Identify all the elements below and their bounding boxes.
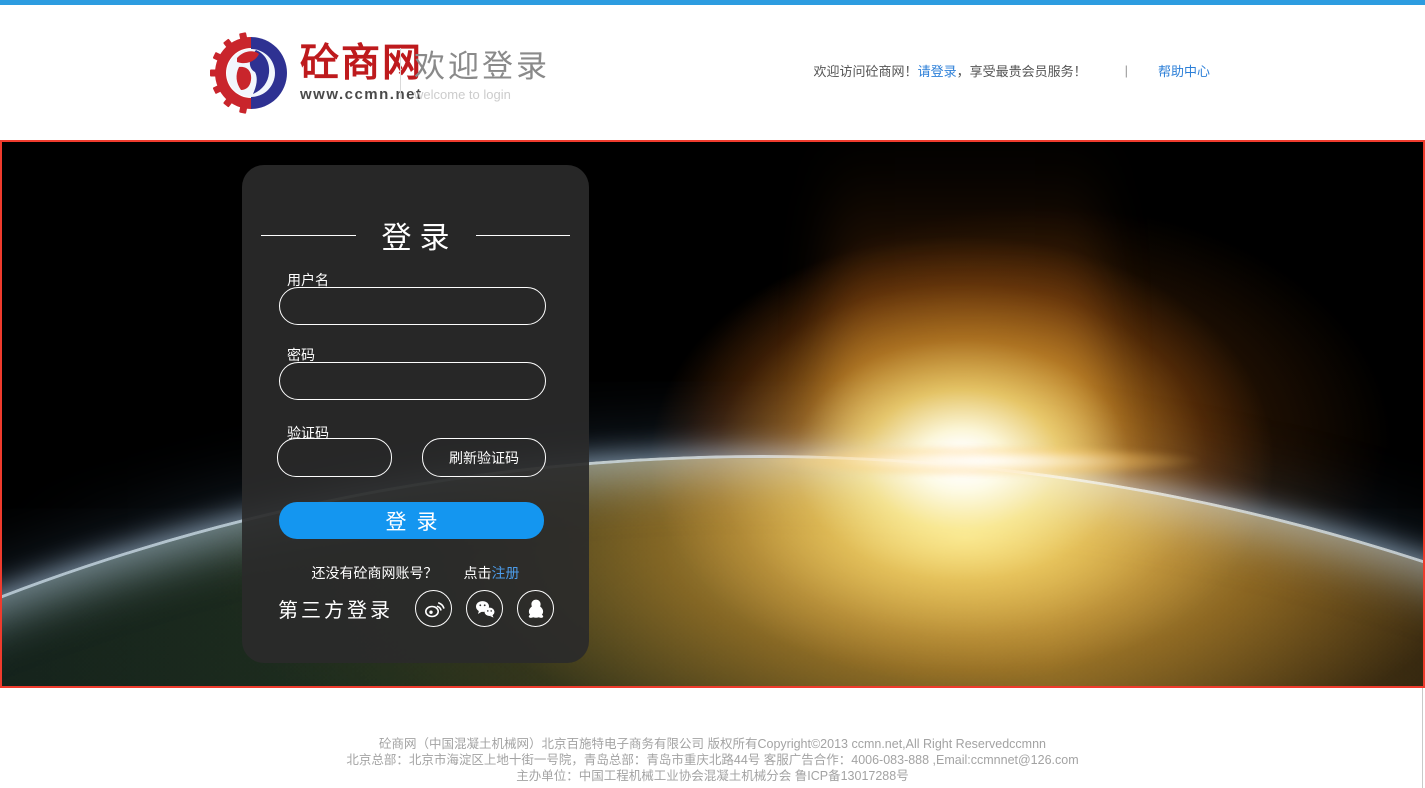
register-row: 还没有砼商网账号？ 点击注册 [242, 563, 589, 583]
footer-contact-line: 北京总部：北京市海淀区上地十街一号院，青岛总部：青岛市重庆北路44号 客服广告合… [0, 752, 1425, 768]
header-links-divider: | [1125, 63, 1128, 78]
qq-login-button[interactable] [517, 590, 554, 627]
captcha-input[interactable] [277, 438, 392, 477]
title-rule-left [261, 235, 356, 236]
brand-block: 砼商网 www.ccmn.net [300, 44, 423, 103]
no-account-text: 还没有砼商网账号？ [312, 565, 438, 581]
weibo-login-button[interactable] [415, 590, 452, 627]
sun-beam [830, 140, 1100, 502]
username-input[interactable] [279, 287, 546, 325]
wechat-icon [473, 597, 497, 621]
footer: 砼商网（中国混凝土机械网）北京百施特电子商务有限公司 版权所有Copyright… [0, 736, 1425, 784]
panel-title-row: 登录 [242, 213, 589, 257]
brand-name: 砼商网 [300, 44, 423, 84]
header-divider [400, 48, 401, 98]
register-link[interactable]: 注册 [492, 565, 520, 581]
third-party-login-row: 第三方登录 [278, 590, 568, 627]
qq-penguin-icon [524, 597, 548, 621]
visit-suffix-text: ，享受最贵会员服务！ [957, 61, 1087, 80]
footer-organizer-line: 主办单位：中国工程机械工业协会混凝土机械分会 鲁ICP备13017288号 [0, 768, 1425, 784]
footer-copyright-line: 砼商网（中国混凝土机械网）北京百施特电子商务有限公司 版权所有Copyright… [0, 736, 1425, 752]
please-login-link[interactable]: 请登录 [918, 61, 957, 80]
third-party-label: 第三方登录 [278, 594, 393, 623]
login-page: 砼商网 www.ccmn.net 欢迎登录 welcome to login 欢… [0, 0, 1425, 788]
visit-prefix-text: 欢迎访问砼商网！ [814, 61, 918, 80]
gear-globe-logo-icon [210, 32, 292, 114]
password-input[interactable] [279, 362, 546, 400]
wechat-login-button[interactable] [466, 590, 503, 627]
header: 砼商网 www.ccmn.net 欢迎登录 welcome to login 欢… [0, 5, 1425, 140]
top-accent-bar [0, 0, 1425, 5]
help-center-link[interactable]: 帮助中心 [1158, 61, 1210, 80]
weibo-icon [422, 597, 446, 621]
panel-title: 登录 [382, 213, 458, 257]
brand-url: www.ccmn.net [300, 86, 423, 103]
welcome-title: 欢迎登录 [414, 50, 550, 84]
welcome-block: 欢迎登录 welcome to login [414, 50, 550, 102]
login-panel: 登录 用户名 密码 验证码 刷新验证码 登录 还没有砼商网账号？点击注册 第三方… [242, 165, 589, 663]
title-rule-right [476, 235, 571, 236]
hero-banner: 登录 用户名 密码 验证码 刷新验证码 登录 还没有砼商网账号？点击注册 第三方… [0, 140, 1425, 688]
login-button[interactable]: 登录 [279, 502, 544, 539]
click-text: 点击 [464, 565, 492, 581]
welcome-subtitle: welcome to login [414, 87, 550, 102]
logo[interactable]: 砼商网 www.ccmn.net [210, 32, 423, 114]
header-links: 欢迎访问砼商网！ 请登录 ，享受最贵会员服务！ | 帮助中心 [814, 61, 1210, 80]
refresh-captcha-button[interactable]: 刷新验证码 [422, 438, 546, 477]
